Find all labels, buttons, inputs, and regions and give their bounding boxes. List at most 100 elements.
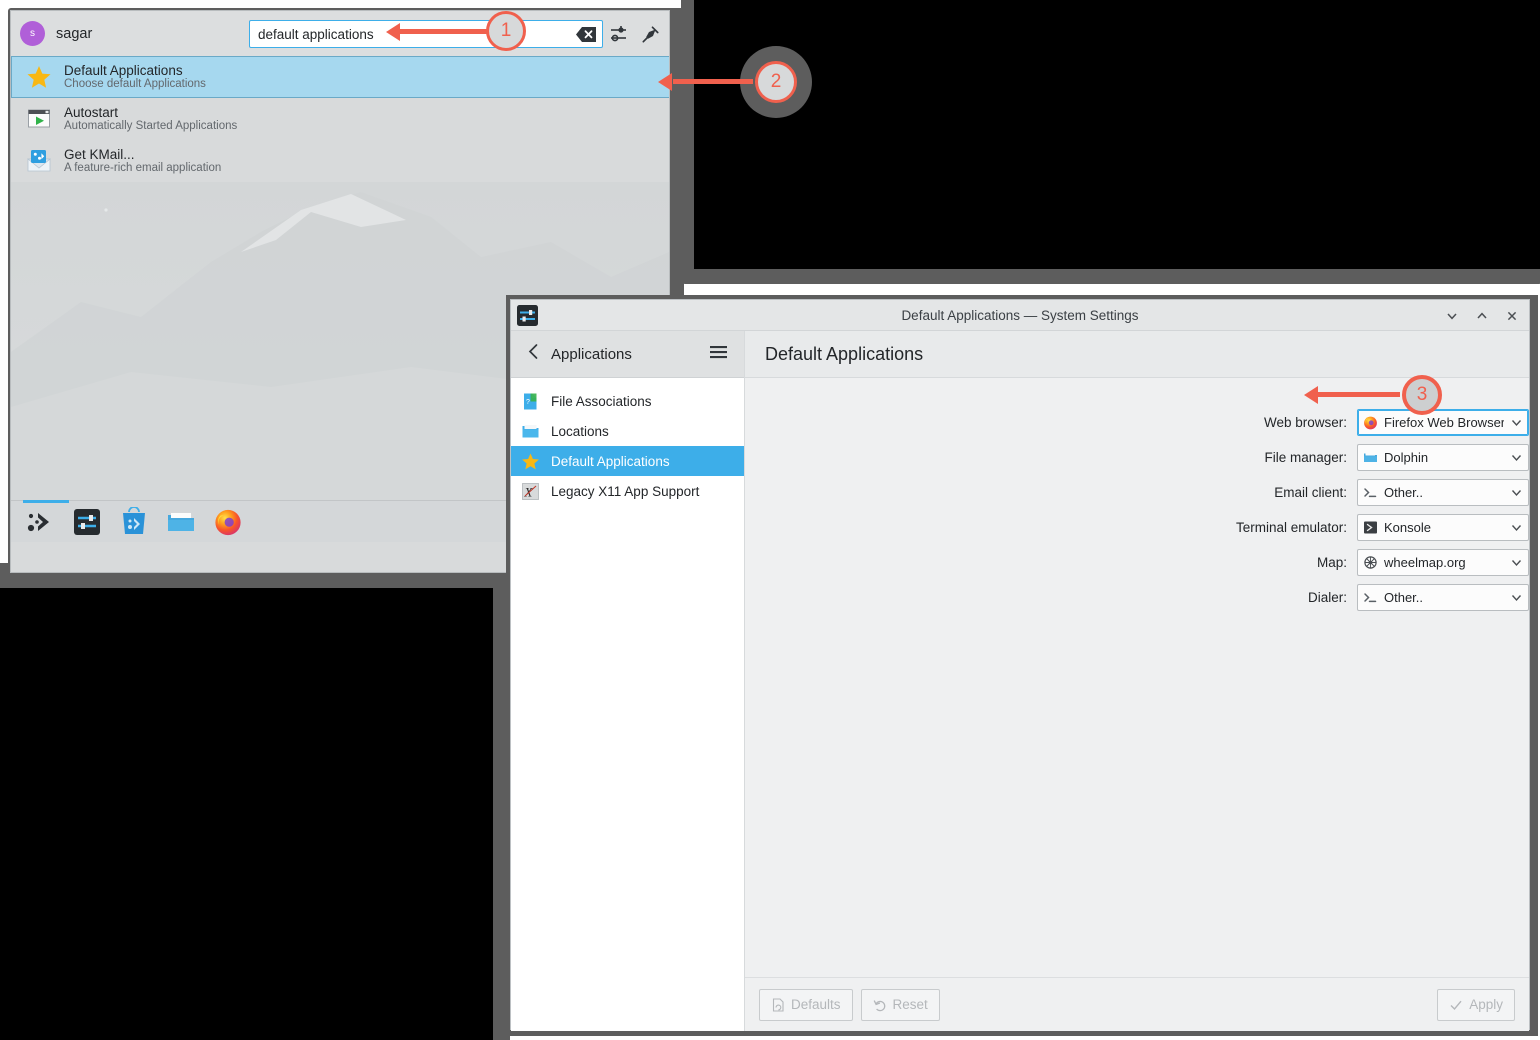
result-title: Default Applications [64, 63, 206, 79]
result-item-text: Autostart Automatically Started Applicat… [64, 105, 237, 134]
setting-label: Web browser: [745, 415, 1357, 430]
sidebar-item-label: Legacy X11 App Support [551, 484, 699, 499]
pin-icon[interactable] [637, 21, 663, 47]
search-results: Default Applications Choose default Appl… [11, 56, 670, 182]
window-controls [1443, 300, 1521, 331]
system-settings-icon[interactable] [72, 507, 102, 537]
reset-label: Reset [893, 997, 928, 1012]
back-navigation[interactable]: Applications [527, 343, 632, 365]
desktop-plate-bottom [0, 588, 493, 1040]
sidebar-item-label: File Associations [551, 394, 652, 409]
result-subtitle: A feature-rich email application [64, 162, 221, 175]
avatar-initial: s [30, 28, 35, 39]
web-browser-combobox[interactable]: Firefox Web Browser [1357, 409, 1529, 436]
konsole-icon [1363, 520, 1378, 535]
desktop-plate-top [694, 0, 1540, 269]
setting-row-file-manager: File manager: Dolphin [745, 444, 1529, 471]
sidebar-item-file-associations[interactable]: ? File Associations [511, 386, 744, 416]
combobox-value: Firefox Web Browser [1384, 415, 1504, 430]
settings-main: Default Applications Web browser: [745, 331, 1529, 1031]
combobox-value: wheelmap.org [1384, 555, 1504, 570]
sidebar-header: Applications [511, 331, 744, 378]
page-header: Default Applications [745, 331, 1529, 378]
svg-text:?: ? [526, 399, 530, 406]
undo-icon [873, 998, 887, 1012]
setting-row-map: Map: wheelmap.org [745, 549, 1529, 576]
page-title: Default Applications [765, 344, 923, 365]
configure-sliders-icon[interactable] [605, 21, 631, 47]
x11-icon: X [521, 482, 540, 501]
setting-row-dialer: Dialer: Other.. [745, 584, 1529, 611]
chevron-left-icon [527, 343, 540, 365]
chevron-down-icon [1510, 591, 1523, 604]
svg-text:X: X [523, 484, 533, 499]
firefox-icon [1363, 415, 1378, 430]
window-footer: Defaults Reset [745, 977, 1529, 1031]
wheelmap-icon [1363, 555, 1378, 570]
combobox-value: Dolphin [1384, 450, 1504, 465]
email-client-combobox[interactable]: Other.. [1357, 479, 1529, 506]
discover-icon[interactable] [119, 507, 149, 537]
result-title: Get KMail... [64, 147, 221, 163]
dolphin-icon [1363, 450, 1378, 465]
document-revert-icon [771, 998, 785, 1012]
active-task-indicator [23, 500, 69, 503]
kickoff-launcher-icon[interactable] [25, 507, 55, 537]
window-body: Applications [511, 331, 1529, 1031]
terminal-icon [1363, 485, 1378, 500]
window-titlebar[interactable]: Default Applications — System Settings [511, 300, 1529, 331]
search-input-value: default applications [258, 27, 575, 42]
file-associations-icon: ? [521, 392, 540, 411]
apply-button[interactable]: Apply [1437, 989, 1515, 1021]
result-item-get-kmail[interactable]: Get KMail... A feature-rich email applic… [11, 140, 670, 182]
sidebar-item-legacy-x11-app-support[interactable]: X Legacy X11 App Support [511, 476, 744, 506]
clear-text-icon[interactable] [575, 25, 597, 43]
result-subtitle: Choose default Applications [64, 78, 206, 91]
map-combobox[interactable]: wheelmap.org [1357, 549, 1529, 576]
dialer-combobox[interactable]: Other.. [1357, 584, 1529, 611]
setting-label: Dialer: [745, 590, 1357, 605]
setting-row-terminal-emulator: Terminal emulator: Konsole [745, 514, 1529, 541]
terminal-icon [1363, 590, 1378, 605]
back-label: Applications [551, 346, 632, 363]
close-icon[interactable] [1503, 307, 1521, 325]
firefox-icon[interactable] [213, 507, 243, 537]
result-item-default-applications[interactable]: Default Applications Choose default Appl… [11, 56, 670, 98]
minimize-icon[interactable] [1443, 307, 1461, 325]
result-title: Autostart [64, 105, 237, 121]
dolphin-icon[interactable] [166, 507, 196, 537]
folder-icon [521, 422, 540, 441]
search-input[interactable]: default applications [249, 20, 603, 48]
sidebar-item-default-applications[interactable]: Default Applications [511, 446, 744, 476]
chevron-down-icon [1510, 521, 1523, 534]
setting-label: File manager: [745, 450, 1357, 465]
combobox-value: Konsole [1384, 520, 1504, 535]
hamburger-menu-icon[interactable] [709, 344, 728, 365]
screen: s sagar default applications [0, 0, 1540, 1040]
star-icon [521, 452, 540, 471]
reset-button[interactable]: Reset [861, 989, 940, 1021]
avatar: s [20, 21, 45, 46]
user-name: sagar [56, 26, 92, 42]
sidebar-item-locations[interactable]: Locations [511, 416, 744, 446]
window-title: Default Applications — System Settings [901, 308, 1138, 323]
chevron-down-icon [1510, 416, 1523, 429]
combobox-value: Other.. [1384, 485, 1504, 500]
file-manager-combobox[interactable]: Dolphin [1357, 444, 1529, 471]
combobox-value: Other.. [1384, 590, 1504, 605]
result-item-autostart[interactable]: Autostart Automatically Started Applicat… [11, 98, 670, 140]
defaults-label: Defaults [791, 997, 841, 1012]
defaults-button[interactable]: Defaults [759, 989, 853, 1021]
terminal-emulator-combobox[interactable]: Konsole [1357, 514, 1529, 541]
sidebar-item-label: Default Applications [551, 454, 670, 469]
maximize-icon[interactable] [1473, 307, 1491, 325]
settings-sidebar: Applications [511, 331, 745, 1031]
setting-label: Map: [745, 555, 1357, 570]
setting-label: Terminal emulator: [745, 520, 1357, 535]
launcher-header: s sagar default applications [11, 11, 670, 56]
apply-label: Apply [1469, 997, 1503, 1012]
star-icon [26, 64, 52, 90]
system-settings-icon [516, 304, 539, 327]
kmail-icon [26, 148, 52, 174]
result-subtitle: Automatically Started Applications [64, 120, 237, 133]
